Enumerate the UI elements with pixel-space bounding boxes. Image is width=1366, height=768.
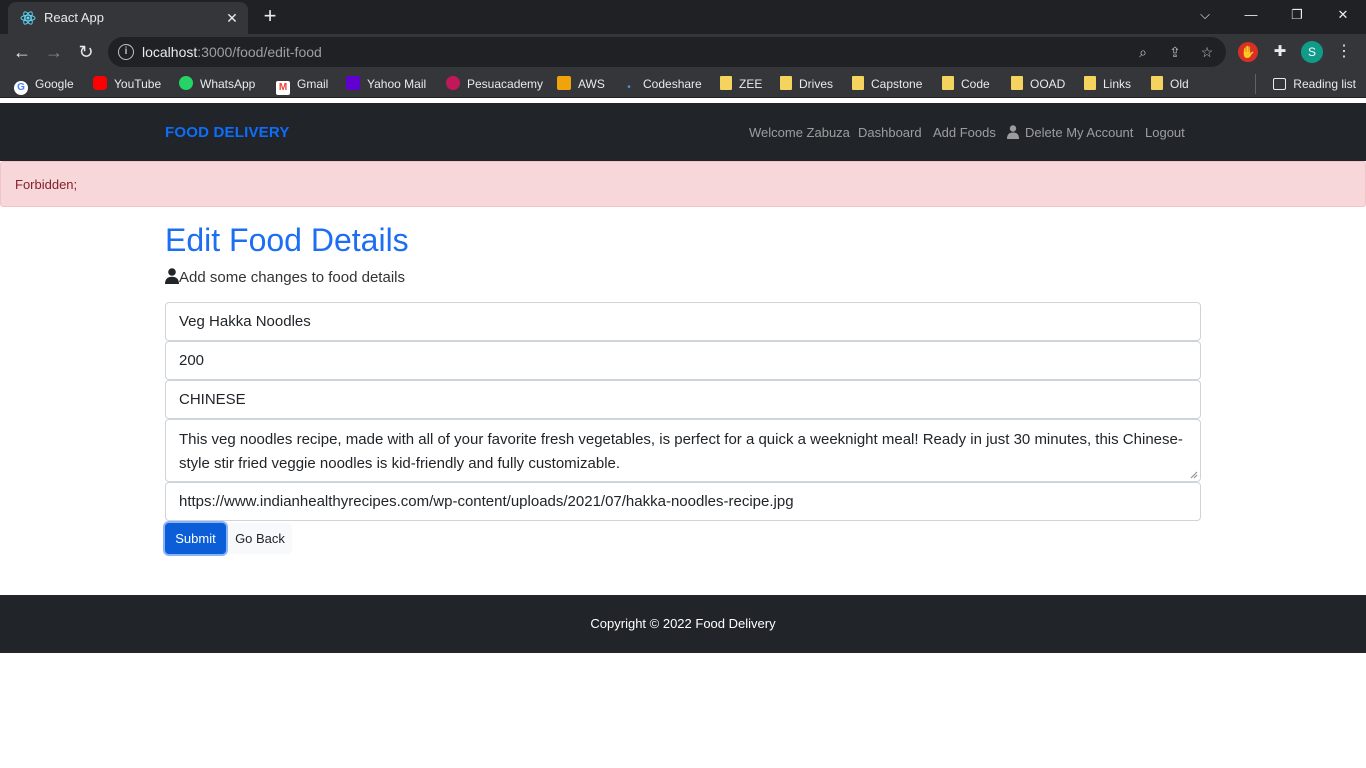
food-image-url-input[interactable]: https://www.indianhealthyrecipes.com/wp-… <box>165 482 1201 521</box>
nav-welcome[interactable]: Welcome Zabuza <box>749 125 850 140</box>
subtitle-text: Add some changes to food details <box>179 269 405 286</box>
brand-link[interactable]: FOOD DELIVERY <box>165 124 290 141</box>
bookmark-folder-code[interactable]: Code <box>942 75 990 93</box>
resize-handle-icon[interactable] <box>1190 471 1198 479</box>
url-text[interactable]: localhost:3000/food/edit-food <box>142 44 322 60</box>
bookmark-whatsapp[interactable]: WhatsApp <box>179 75 255 93</box>
bookmarks-bar: G Google YouTube WhatsApp M Gmail Yahoo Ma… <box>0 70 1366 98</box>
nav-delete-account[interactable]: Delete My Account <box>1007 125 1133 140</box>
yahoo-mail-icon <box>346 76 360 90</box>
bookmark-folder-drives[interactable]: Drives <box>780 75 833 93</box>
page-footer: Copyright © 2022 Food Delivery <box>0 595 1366 653</box>
bookmark-google[interactable]: G Google <box>14 75 74 95</box>
food-description-textarea[interactable]: This veg noodles recipe, made with all o… <box>165 419 1201 482</box>
whatsapp-icon <box>179 76 193 90</box>
folder-icon <box>1011 76 1023 90</box>
bookmark-youtube[interactable]: YouTube <box>93 75 161 93</box>
app-navbar: FOOD DELIVERY Welcome Zabuza Dashboard A… <box>0 103 1366 161</box>
google-icon: G <box>14 81 28 95</box>
person-icon <box>165 268 179 284</box>
puzzle-icon[interactable]: ✚ <box>1270 42 1290 62</box>
browser-toolbar: ← → ↻ i localhost:3000/food/edit-food ⌕ … <box>0 34 1366 70</box>
bookmark-pesuacademy[interactable]: Pesuacademy <box>446 75 543 93</box>
folder-icon <box>1151 76 1163 90</box>
folder-icon <box>942 76 954 90</box>
folder-icon <box>780 76 792 90</box>
bookmark-folder-capstone[interactable]: Capstone <box>852 75 922 93</box>
react-icon <box>20 11 36 25</box>
food-category-input[interactable]: CHINESE <box>165 380 1201 419</box>
bookmark-folder-ooad[interactable]: OOAD <box>1011 75 1065 93</box>
reading-list-icon <box>1273 78 1287 90</box>
nav-delete-account-label: Delete My Account <box>1025 125 1134 140</box>
food-name-input[interactable]: Veg Hakka Noodles <box>165 302 1201 341</box>
share-icon[interactable]: ⇪ <box>1166 43 1184 61</box>
pesuacademy-icon <box>446 76 460 90</box>
zoom-icon[interactable]: ⌕ <box>1134 43 1152 61</box>
nav-add-foods[interactable]: Add Foods <box>933 125 996 140</box>
close-icon[interactable]: ✕ <box>222 8 242 28</box>
chevron-down-icon[interactable]: ⌵ <box>1182 0 1228 30</box>
menu-kebab-icon[interactable]: ⋮ <box>1334 42 1354 62</box>
new-tab-icon[interactable]: + <box>258 4 282 28</box>
nav-logout[interactable]: Logout <box>1145 125 1185 140</box>
bookmark-gmail[interactable]: M Gmail <box>276 75 328 95</box>
youtube-icon <box>93 76 107 90</box>
reading-list-button[interactable]: Reading list <box>1273 75 1356 93</box>
bookmark-yahoo-mail[interactable]: Yahoo Mail <box>346 75 426 93</box>
window-close-icon[interactable]: ✕ <box>1320 0 1366 30</box>
back-arrow-icon[interactable]: ← <box>10 40 34 64</box>
bookmark-folder-old[interactable]: Old <box>1151 75 1189 93</box>
browser-tab[interactable]: React App ✕ <box>8 2 248 34</box>
footer-copyright: Copyright © 2022 Food Delivery <box>590 616 776 631</box>
forward-arrow-icon[interactable]: → <box>42 40 66 64</box>
aws-icon <box>557 76 571 90</box>
minimize-icon[interactable]: — <box>1228 0 1274 30</box>
info-icon[interactable]: i <box>118 44 134 60</box>
bookmark-folder-zee[interactable]: ZEE <box>720 75 762 93</box>
go-back-button[interactable]: Go Back <box>228 523 292 554</box>
extension-hand-icon[interactable]: ✋ <box>1238 42 1258 62</box>
submit-button[interactable]: Submit <box>165 523 226 554</box>
bookmark-aws[interactable]: AWS <box>557 75 605 93</box>
codeshare-icon: • <box>627 82 631 93</box>
folder-icon <box>720 76 732 90</box>
user-icon <box>1007 125 1019 139</box>
star-icon[interactable]: ☆ <box>1198 43 1216 61</box>
error-alert: Forbidden; <box>0 161 1366 207</box>
food-price-input[interactable]: 200 <box>165 341 1201 380</box>
reload-icon[interactable]: ↻ <box>74 40 98 64</box>
page-subtitle: Add some changes to food details <box>165 268 405 286</box>
page-title: Edit Food Details <box>165 222 409 258</box>
bookmark-codeshare[interactable]: • Codeshare <box>622 75 701 93</box>
folder-icon <box>1084 76 1096 90</box>
bookmark-separator <box>1255 74 1256 94</box>
gmail-icon: M <box>276 81 290 95</box>
profile-avatar[interactable]: S <box>1301 41 1323 63</box>
address-bar[interactable]: i localhost:3000/food/edit-food ⌕ ⇪ ☆ <box>108 37 1226 67</box>
alert-text: Forbidden; <box>15 177 78 192</box>
nav-dashboard[interactable]: Dashboard <box>858 125 922 140</box>
restore-icon[interactable]: ❐ <box>1274 0 1320 30</box>
browser-tab-bar: React App ✕ + ⌵ — ❐ ✕ <box>0 0 1366 34</box>
tab-title: React App <box>44 10 104 25</box>
bookmark-folder-links[interactable]: Links <box>1084 75 1131 93</box>
description-text: This veg noodles recipe, made with all o… <box>179 431 1183 472</box>
folder-icon <box>852 76 864 90</box>
